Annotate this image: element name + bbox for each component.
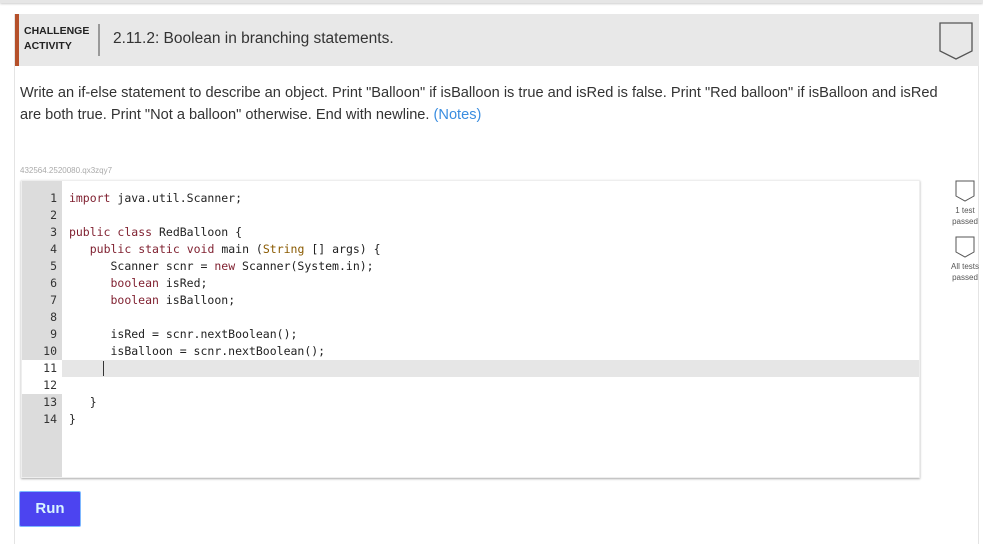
label-line-2: ACTIVITY: [24, 40, 72, 52]
code-line[interactable]: 14 }: [22, 411, 919, 428]
code-text: }: [68, 395, 97, 409]
code-line[interactable]: 4 public static void main (String [] arg…: [22, 241, 919, 258]
chevron-badge-icon: [955, 180, 975, 202]
line-number: 4: [50, 242, 57, 256]
activity-title: 2.11.2: Boolean in branching statements.: [113, 30, 394, 47]
line-number: 12: [22, 377, 62, 394]
code-line[interactable]: 12: [22, 377, 919, 394]
line-number: 8: [50, 310, 57, 324]
divider: [98, 24, 100, 56]
code-text: isBalloon = scnr.nextBoolean();: [68, 344, 326, 358]
activity-header: CHALLENGE ACTIVITY 2.11.2: Boolean in bra…: [15, 14, 979, 66]
completion-chevron-icon: [939, 22, 973, 60]
code-text: public static void main (String [] args)…: [89, 242, 381, 256]
code-line[interactable]: 1 import java.util.Scanner;: [22, 190, 919, 207]
code-line[interactable]: 3 public class RedBalloon {: [22, 224, 919, 241]
code-line[interactable]: 2: [22, 207, 919, 224]
code-text: import java.util.Scanner;: [68, 191, 243, 205]
all-tests-label: All tests passed: [950, 262, 979, 282]
challenge-id: 432564.2520080.qx3zqy7: [20, 166, 113, 175]
test-1-label: 1 test passed: [952, 206, 978, 226]
code-line[interactable]: 13 }: [22, 394, 919, 411]
line-number: 1: [50, 191, 57, 205]
notes-link[interactable]: (Notes): [434, 107, 482, 123]
code-line[interactable]: 5 Scanner scnr = new Scanner(System.in);: [22, 258, 919, 275]
code-line[interactable]: 7 boolean isBalloon;: [22, 292, 919, 309]
line-number: 3: [50, 225, 57, 239]
code-editor[interactable]: 1 import java.util.Scanner; 2 3 public cl…: [21, 180, 920, 478]
line-number: 5: [50, 259, 57, 273]
code-line[interactable]: 11: [22, 360, 919, 377]
code-text: Scanner scnr = new Scanner(System.in);: [68, 259, 374, 273]
chevron-badge-icon: [955, 236, 975, 258]
run-button[interactable]: Run: [19, 491, 81, 527]
test-1-status: 1 test passed: [945, 180, 983, 227]
code-text: boolean isRed;: [110, 276, 208, 290]
line-number: 6: [50, 276, 57, 290]
top-border: [0, 0, 983, 3]
line-number: 7: [50, 293, 57, 307]
text-cursor: [103, 361, 104, 376]
code-line[interactable]: 10 isBalloon = scnr.nextBoolean();: [22, 343, 919, 360]
code-text: }: [68, 412, 76, 426]
code-text: public class RedBalloon {: [68, 225, 243, 239]
all-tests-status: All tests passed: [945, 236, 983, 283]
code-line[interactable]: 8: [22, 309, 919, 326]
code-text: boolean isBalloon;: [110, 293, 236, 307]
code-area[interactable]: 1 import java.util.Scanner; 2 3 public cl…: [22, 190, 919, 428]
line-number: 2: [50, 208, 57, 222]
line-number: 10: [43, 344, 57, 358]
code-line[interactable]: 9 isRed = scnr.nextBoolean();: [22, 326, 919, 343]
instructions: Write an if-else statement to describe a…: [20, 82, 950, 126]
line-number: 13: [43, 395, 57, 409]
line-number: 11: [22, 360, 62, 377]
code-line[interactable]: 6 boolean isRed;: [22, 275, 919, 292]
challenge-card: CHALLENGE ACTIVITY 2.11.2: Boolean in bra…: [14, 14, 979, 544]
line-number: 14: [43, 412, 57, 426]
code-text: isRed = scnr.nextBoolean();: [68, 327, 298, 341]
line-number: 9: [50, 327, 57, 341]
activity-type-label: CHALLENGE ACTIVITY: [24, 24, 89, 54]
label-line-1: CHALLENGE: [24, 25, 90, 37]
